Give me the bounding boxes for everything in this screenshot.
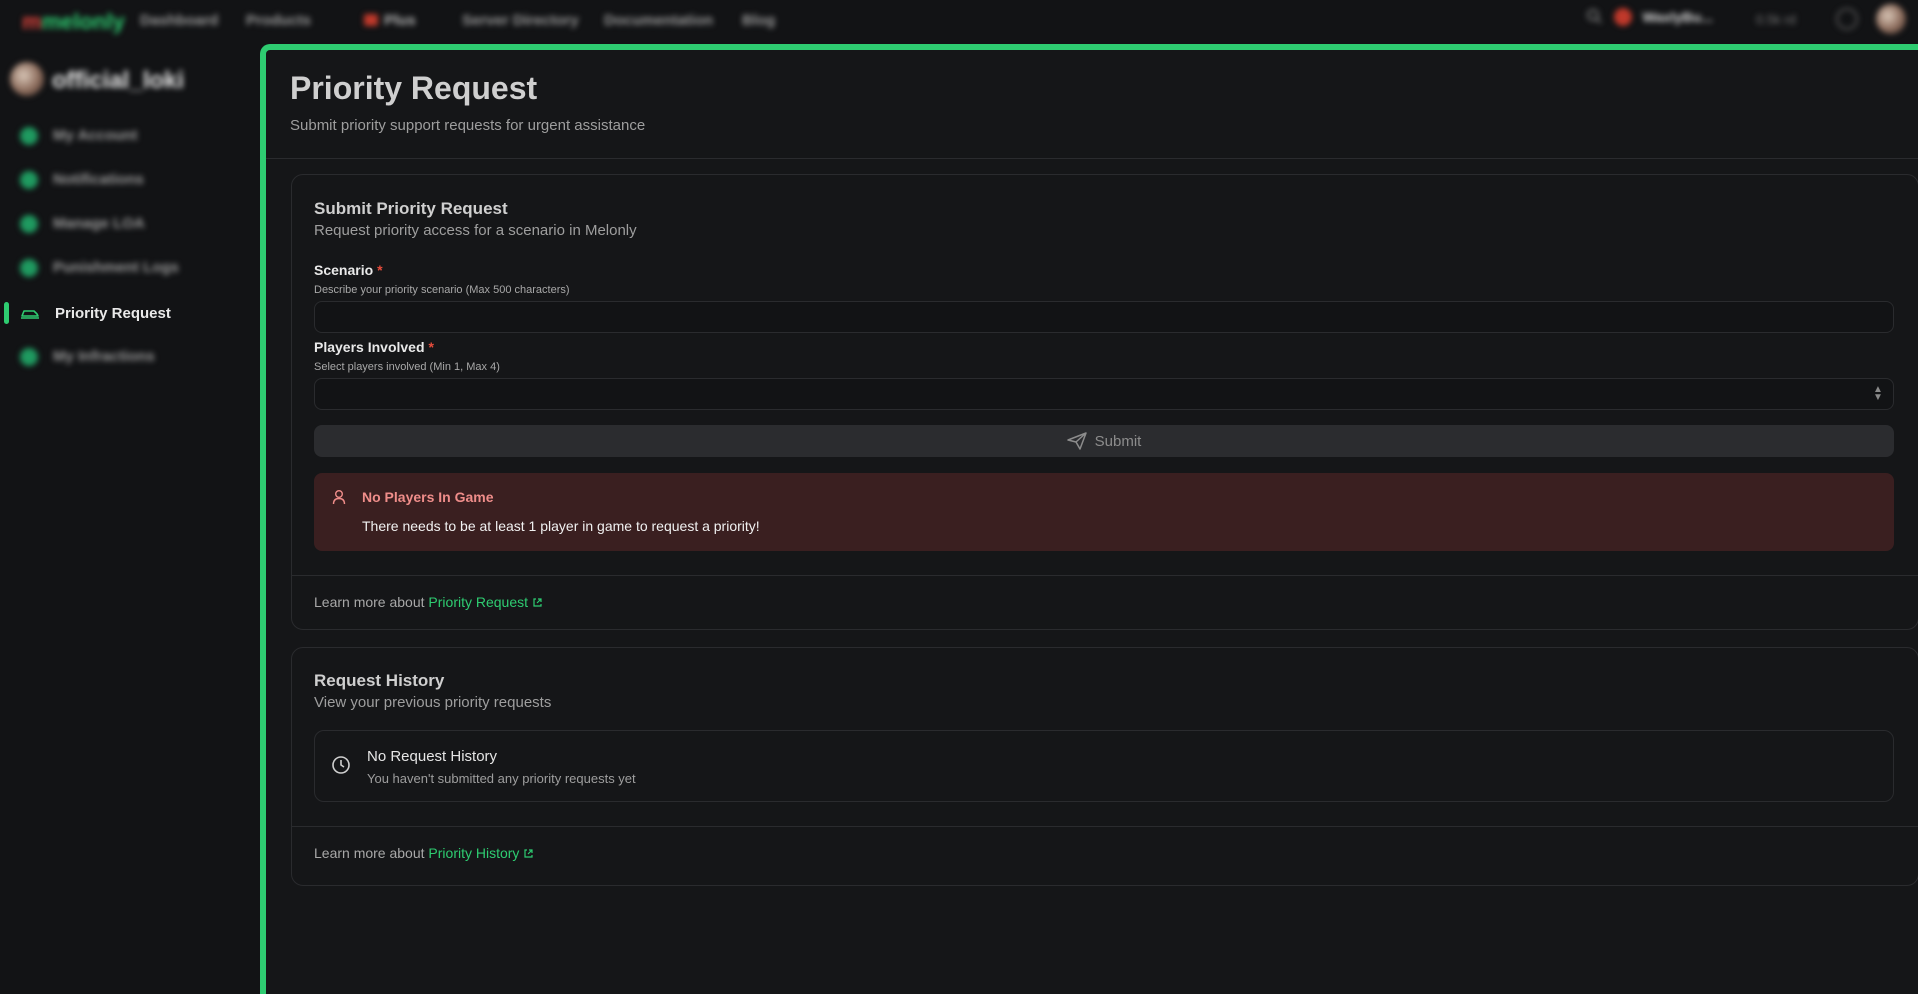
car-icon	[20, 305, 40, 321]
sidebar-item-label: Punishment Logs	[53, 259, 179, 276]
calendar-icon	[20, 215, 38, 233]
user-icon	[20, 127, 38, 145]
empty-history-title: No Request History	[367, 748, 498, 765]
empty-history: No Request History You haven't submitted…	[314, 730, 1894, 802]
learn-more: Learn more about Priority Request	[314, 594, 543, 610]
external-link-icon	[533, 598, 542, 607]
clock-icon	[332, 756, 350, 774]
gavel-icon	[20, 259, 38, 277]
main-panel: Priority Request Submit priority support…	[260, 44, 1918, 994]
brand-logo-text: melonly	[41, 9, 125, 34]
sidebar-item-punishment-logs[interactable]: Punishment Logs	[0, 250, 262, 286]
players-help: Select players involved (Min 1, Max 4)	[314, 361, 500, 373]
submit-button[interactable]: Submit	[314, 425, 1894, 457]
sidebar-item-notifications[interactable]: Notifications	[0, 162, 262, 198]
card-title: Request History	[314, 671, 445, 690]
scenario-label-text: Scenario	[314, 262, 374, 278]
alert-title: No Players In Game	[362, 489, 494, 505]
required-mark: *	[428, 339, 434, 355]
scenario-label: Scenario *	[314, 262, 383, 278]
card-subtitle: View your previous priority requests	[314, 694, 552, 711]
no-players-alert: No Players In Game There needs to be at …	[314, 473, 1894, 551]
nav-link-documentation[interactable]: Documentation	[604, 12, 713, 29]
search-icon[interactable]	[1586, 8, 1602, 32]
submit-priority-card: Submit Priority Request Request priority…	[291, 174, 1918, 630]
nav-link-blog[interactable]: Blog	[742, 12, 775, 29]
request-history-card: Request History View your previous prior…	[291, 647, 1918, 886]
players-select[interactable]: ▲ ▼	[314, 378, 1894, 410]
players-label: Players Involved *	[314, 339, 434, 355]
sidebar-item-my-infractions[interactable]: My Infractions	[0, 339, 262, 375]
sidebar: official_loki My Account Notifications M…	[0, 40, 262, 989]
priority-request-link-text: Priority Request	[428, 594, 529, 610]
external-link-icon	[524, 849, 534, 858]
nav-link-plus-label: Plus	[384, 12, 416, 29]
sidebar-item-label: Priority Request	[55, 305, 171, 322]
scenario-input[interactable]	[314, 301, 1894, 333]
send-icon	[1066, 432, 1087, 450]
priority-history-link-text: Priority History	[428, 845, 520, 861]
card-title: Submit Priority Request	[314, 199, 508, 218]
user-icon	[332, 490, 346, 505]
scenario-help: Describe your priority scenario (Max 500…	[314, 284, 570, 296]
card-divider	[292, 826, 1918, 827]
nav-link-dashboard[interactable]: Dashboard	[140, 12, 218, 29]
warning-icon	[20, 348, 38, 366]
page-subtitle: Submit priority support requests for urg…	[290, 117, 646, 134]
nav-link-plus[interactable]: Plus	[364, 12, 416, 29]
card-divider	[292, 575, 1918, 576]
user-chip-icon	[1614, 8, 1632, 26]
sidebar-item-my-account[interactable]: My Account	[0, 118, 262, 154]
nav-link-products[interactable]: Products	[246, 12, 311, 29]
user-avatar	[10, 62, 44, 96]
nav-link-server-directory[interactable]: Server Directory	[462, 12, 579, 29]
chevron-up-down-icon: ▲ ▼	[1873, 384, 1883, 403]
user-chip[interactable]: WaxlyBu...	[1614, 8, 1754, 32]
status-text: 0.5k rd	[1756, 12, 1796, 27]
submit-button-label: Submit	[1094, 433, 1142, 450]
bell-icon	[20, 171, 38, 189]
sidebar-item-label: Notifications	[53, 171, 144, 188]
sidebar-item-label: Manage LOA	[53, 215, 145, 232]
card-subtitle: Request priority access for a scenario i…	[314, 222, 637, 239]
learn-more-prefix: Learn more about	[314, 594, 425, 610]
active-indicator	[4, 302, 9, 324]
sidebar-item-manage-loa[interactable]: Manage LOA	[0, 206, 262, 242]
sidebar-item-label: My Account	[53, 127, 138, 144]
notifications-icon[interactable]	[1836, 8, 1858, 30]
priority-history-link[interactable]: Priority History	[428, 845, 534, 861]
brand-logo[interactable]: mmelonly	[22, 9, 125, 35]
empty-history-text: You haven't submitted any priority reque…	[367, 771, 636, 786]
top-navigation: mmelonly Dashboard Products Plus Server …	[0, 0, 1918, 40]
players-label-text: Players Involved	[314, 339, 425, 355]
user-chip-name: WaxlyBu...	[1642, 9, 1713, 25]
learn-more-prefix: Learn more about	[314, 845, 425, 861]
sidebar-item-priority-request[interactable]: Priority Request	[0, 295, 262, 331]
priority-request-link[interactable]: Priority Request	[428, 594, 543, 610]
page-title: Priority Request	[290, 70, 538, 106]
avatar[interactable]	[1876, 4, 1906, 34]
sidebar-item-label: My Infractions	[53, 348, 155, 365]
page-header: Priority Request Submit priority support…	[266, 50, 1918, 159]
plus-icon	[364, 14, 378, 26]
alert-text: There needs to be at least 1 player in g…	[362, 518, 760, 534]
required-mark: *	[377, 262, 383, 278]
learn-more: Learn more about Priority History	[314, 845, 534, 861]
username: official_loki	[52, 67, 185, 94]
